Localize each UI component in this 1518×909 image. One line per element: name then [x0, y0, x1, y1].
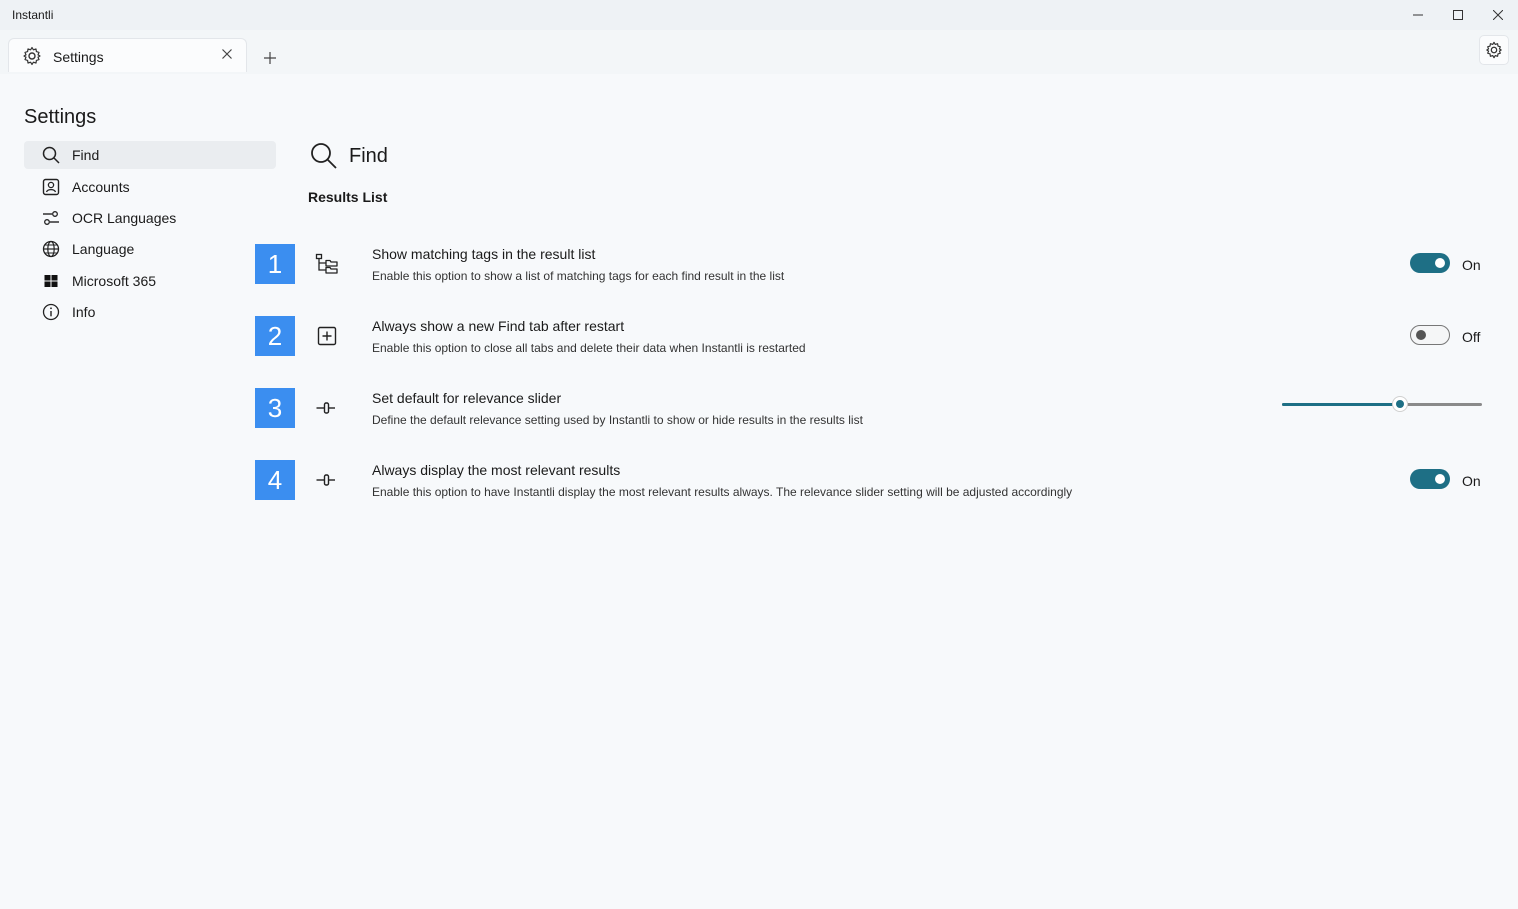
sidebar-item-info[interactable]: Info [24, 298, 276, 326]
setting-title: Show matching tags in the result list [372, 246, 596, 262]
setting-title: Set default for relevance slider [372, 390, 562, 406]
toggle-state-label: On [1462, 473, 1481, 489]
toggle-knob [1416, 330, 1426, 340]
setting-new-find-tab: 2 Always show a new Find tab after resta… [255, 316, 1495, 358]
microsoft-365-icon [44, 275, 58, 287]
slider-icon [316, 402, 335, 414]
toggle-knob [1435, 474, 1445, 484]
maximize-icon [1453, 10, 1463, 20]
sidebar-title: Settings [24, 106, 97, 128]
setting-relevance-slider: 3 Set default for relevance slider Defin… [255, 388, 1495, 430]
setting-title: Always show a new Find tab after restart [372, 318, 625, 334]
setting-most-relevant-results: 4 Always display the most relevant resul… [255, 460, 1495, 502]
new-find-tab-toggle[interactable] [1410, 325, 1450, 345]
sidebar-item-label: Info [72, 304, 96, 320]
close-window-button[interactable] [1478, 0, 1518, 30]
tab-label: Settings [53, 49, 104, 65]
app-title: Instantli [12, 8, 54, 22]
relevance-slider[interactable] [1282, 394, 1482, 414]
minimize-button[interactable] [1398, 0, 1438, 30]
sidebar-item-label: Accounts [72, 179, 130, 195]
minimize-icon [1413, 14, 1423, 16]
tab-settings[interactable]: Settings [8, 38, 247, 72]
title-bar: Instantli [0, 0, 1518, 30]
setting-description: Enable this option to show a list of mat… [372, 269, 785, 283]
account-icon [42, 178, 60, 196]
most-relevant-results-toggle[interactable] [1410, 469, 1450, 489]
sidebar-item-accounts[interactable]: Accounts [24, 173, 276, 201]
gear-icon [23, 46, 41, 66]
search-icon [42, 146, 60, 164]
slider-thumb[interactable] [1392, 396, 1408, 412]
setting-title: Always display the most relevant results [372, 462, 621, 478]
sidebar-item-label: OCR Languages [72, 210, 177, 226]
slider-fill [1282, 403, 1400, 406]
section-title: Results List [308, 189, 388, 205]
toggle-state-label: On [1462, 257, 1481, 273]
sidebar-item-microsoft-365[interactable]: Microsoft 365 [24, 267, 276, 295]
sidebar-item-label: Find [72, 147, 100, 163]
page-title: Find [349, 145, 388, 167]
ocr-languages-icon [43, 211, 59, 225]
add-tab-icon [317, 326, 337, 346]
step-badge: 1 [255, 244, 295, 284]
gear-icon [1486, 41, 1502, 59]
maximize-button[interactable] [1438, 0, 1478, 30]
tab-strip: Settings [0, 30, 1518, 74]
toggle-state-label: Off [1462, 329, 1481, 345]
search-icon [311, 143, 337, 169]
close-tab-icon[interactable] [221, 48, 233, 60]
new-tab-icon[interactable] [261, 49, 279, 67]
setting-description: Define the default relevance setting use… [372, 413, 863, 427]
slider-icon [316, 474, 335, 486]
page-heading: Find [310, 142, 388, 175]
sidebar-item-ocr-languages[interactable]: OCR Languages [24, 204, 276, 232]
setting-show-matching-tags: 1 Show matching tags in the result list … [255, 244, 1495, 286]
show-matching-tags-toggle[interactable] [1410, 253, 1450, 273]
sidebar-item-label: Language [72, 241, 135, 257]
globe-icon [42, 240, 60, 258]
step-badge: 3 [255, 388, 295, 428]
settings-button[interactable] [1479, 35, 1509, 65]
sidebar-item-language[interactable]: Language [24, 235, 276, 263]
step-badge: 2 [255, 316, 295, 356]
setting-description: Enable this option to have Instantli dis… [372, 485, 1073, 499]
sidebar-item-label: Microsoft 365 [72, 273, 157, 289]
tags-tree-icon [315, 253, 338, 274]
sidebar-item-find[interactable]: Find [24, 141, 276, 169]
step-badge: 4 [255, 460, 295, 500]
setting-description: Enable this option to close all tabs and… [372, 341, 806, 355]
close-icon [1493, 10, 1503, 20]
toggle-knob [1435, 258, 1445, 268]
info-icon [42, 303, 60, 321]
